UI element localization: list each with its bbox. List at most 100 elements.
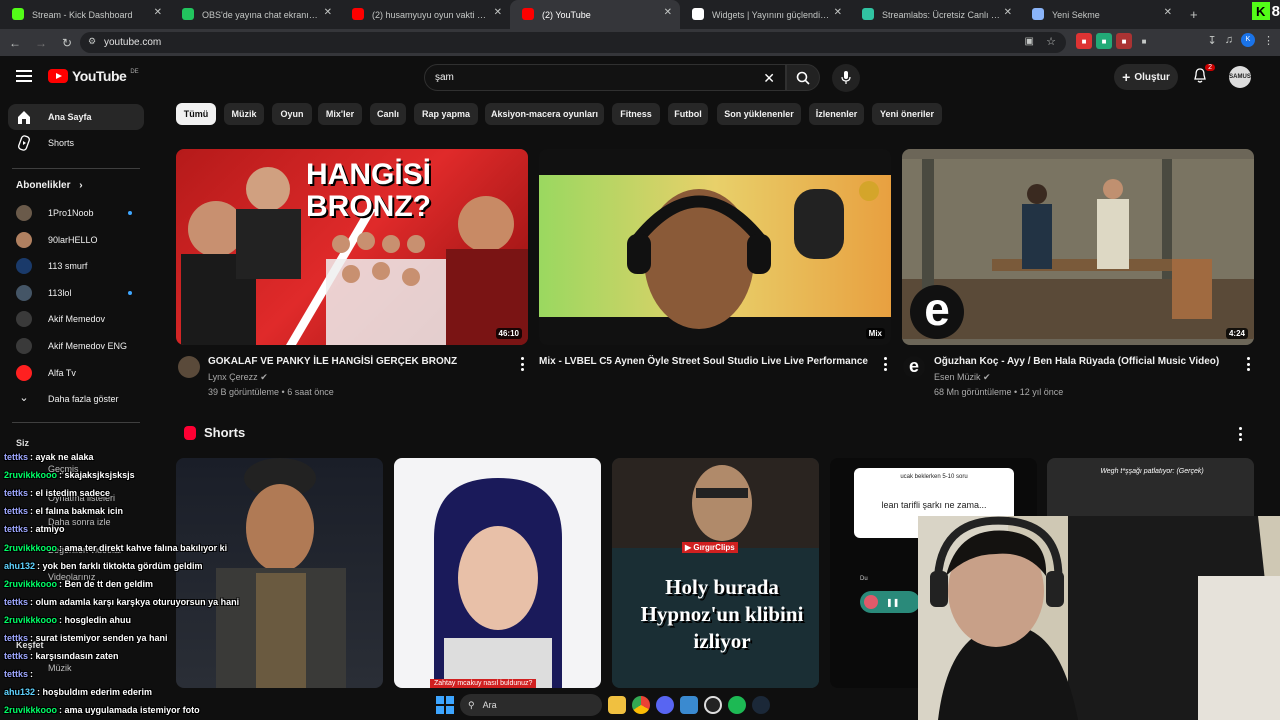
filter-chip[interactable]: İzlenenler (809, 103, 864, 125)
discord-icon[interactable] (656, 696, 674, 714)
clear-search-icon[interactable]: ✕ (763, 70, 775, 87)
chat-username: ahu132 (4, 560, 36, 571)
bookmark-star-icon[interactable]: ☆ (1046, 35, 1056, 48)
sidebar-item-shorts[interactable]: Shorts (8, 130, 144, 156)
cast-icon[interactable]: ▣ (1025, 36, 1034, 47)
steam-icon[interactable] (752, 696, 770, 714)
create-button[interactable]: + Oluştur (1114, 64, 1178, 90)
tab-close-icon[interactable]: ✕ (1004, 7, 1012, 18)
taskbar-search[interactable]: ⚲ Ara (460, 694, 602, 716)
windows-start-icon[interactable] (436, 696, 454, 714)
filter-chip[interactable]: Canlı (370, 103, 406, 125)
chrome-icon[interactable] (632, 696, 650, 714)
filter-chip[interactable]: Yeni öneriler (872, 103, 942, 125)
app-icon[interactable] (680, 696, 698, 714)
subscription-item[interactable]: Akif Memedov ENG (8, 333, 144, 359)
profile-icon[interactable]: K (1241, 33, 1255, 47)
new-tab-button[interactable]: + (1180, 7, 1208, 22)
filter-chip[interactable]: Rap yapma (414, 103, 478, 125)
reload-icon[interactable]: ↻ (56, 32, 78, 54)
video-title[interactable]: GOKALAF VE PANKY İLE HANGİSİ GERÇEK BRON… (208, 356, 457, 367)
tab-close-icon[interactable]: ✕ (154, 7, 162, 18)
youtube-logo[interactable]: YouTube DE (48, 68, 139, 84)
video-thumbnail[interactable]: Mix (539, 149, 891, 345)
chat-username: tettks (4, 506, 29, 517)
video-channel[interactable]: Lynx Çerezz ✔ (208, 372, 268, 383)
kick-number: 8 (1271, 2, 1280, 20)
subscription-item[interactable]: Akif Memedov (8, 306, 144, 332)
channel-avatar[interactable]: e (903, 356, 925, 378)
channel-avatar[interactable] (178, 356, 200, 378)
filter-chip[interactable]: Tümü (176, 103, 216, 125)
tab-close-icon[interactable]: ✕ (494, 7, 502, 18)
video-title[interactable]: Oğuzhan Koç - Ayy / Ben Hala Rüyada (Off… (934, 356, 1219, 367)
subscription-item[interactable]: Alfa Tv (8, 360, 144, 386)
sidebar: Ana Sayfa Shorts Abonelikler › 1Pro1Noob… (0, 100, 152, 430)
obs-icon[interactable] (704, 696, 722, 714)
subscription-item[interactable]: 113lol (8, 280, 144, 306)
channel-name: Lynx Çerezz (208, 372, 258, 382)
shorts-more-options-icon[interactable] (1237, 427, 1243, 441)
video-thumbnail[interactable]: e 4:24 (902, 149, 1254, 345)
account-avatar[interactable]: SAMUS (1229, 66, 1251, 88)
address-bar[interactable]: ⚙ youtube.com ▣ ☆ (80, 32, 1066, 53)
search-button[interactable] (786, 64, 820, 91)
browser-tab[interactable]: Streamlabs: Ücretsiz Canlı Yayı ✕ (850, 0, 1020, 29)
file-explorer-icon[interactable] (608, 696, 626, 714)
notifications-button[interactable]: 2 (1192, 64, 1215, 86)
extension-red-icon[interactable]: ■ (1076, 33, 1092, 49)
video-thumbnail[interactable]: HANGİSİ BRONZ? 46:10 (176, 149, 528, 345)
chat-text: : ayak ne alaka (30, 452, 94, 462)
browser-tab[interactable]: (2) husamyuyu oyun vakti 3 - Y ✕ (340, 0, 510, 29)
short-card[interactable]: ▶ GırgırClips Holy burada Hypnoz'un klib… (612, 458, 819, 688)
forward-icon[interactable]: → (30, 32, 52, 54)
tab-close-icon[interactable]: ✕ (1164, 7, 1172, 18)
extension-badge-icon[interactable]: ■ (1116, 33, 1132, 49)
site-info-icon[interactable]: ⚙ (88, 36, 96, 47)
browser-tab[interactable]: Stream - Kick Dashboard ✕ (0, 0, 170, 29)
search-input[interactable]: şam ✕ (424, 64, 786, 91)
media-icon[interactable]: ♫ (1225, 34, 1233, 46)
extensions-area: ■ ■ ■ ■ (1076, 33, 1152, 49)
browser-tab[interactable]: Widgets | Yayınını güçlendirme ✕ (680, 0, 850, 29)
subscription-item[interactable]: 113 smurf (8, 253, 144, 279)
filter-chip[interactable]: Aksiyon-macera oyunları (485, 103, 604, 125)
browser-tab[interactable]: Yeni Sekme ✕ (1020, 0, 1180, 29)
voice-search-button[interactable] (832, 64, 860, 92)
filter-chip[interactable]: Müzik (224, 103, 264, 125)
spotify-icon[interactable] (728, 696, 746, 714)
chat-message: tettks: atmiyo (4, 524, 65, 534)
filter-chip[interactable]: Fitness (612, 103, 660, 125)
filter-chip[interactable]: Oyun (272, 103, 312, 125)
menu-icon[interactable] (16, 70, 32, 82)
tab-close-icon[interactable]: ✕ (664, 7, 672, 18)
back-icon[interactable]: ← (4, 32, 26, 54)
subscription-item[interactable]: 1Pro1Noob (8, 200, 144, 226)
filter-chip[interactable]: Futbol (668, 103, 708, 125)
subscription-item[interactable]: 90larHELLO (8, 227, 144, 253)
sidebar-show-more[interactable]: ⌄ Daha fazla göster (8, 386, 144, 412)
more-options-icon[interactable] (519, 357, 525, 371)
more-options-icon[interactable] (882, 357, 888, 371)
filter-chip[interactable]: Mix'ler (318, 103, 362, 125)
browser-tab[interactable]: OBS'de yayına chat ekranı nasıl ✕ (170, 0, 340, 29)
browser-menu-icon[interactable]: ⋮ (1263, 34, 1274, 47)
short-card[interactable]: Zahtay mcakuy nasıl buldunuz? (394, 458, 601, 688)
extensions-puzzle-icon[interactable]: ■ (1136, 33, 1152, 49)
chat-username: tettks (4, 669, 29, 680)
tab-favicon-icon (182, 8, 194, 20)
tab-title: Yeni Sekme (1052, 9, 1100, 20)
short-brand: ▶ GırgırClips (682, 542, 738, 553)
chat-text: : ama ter direkt kahve falına bakılıyor … (59, 542, 228, 553)
filter-chip[interactable]: Son yüklenenler (717, 103, 801, 125)
tab-close-icon[interactable]: ✕ (834, 7, 842, 18)
more-options-icon[interactable] (1245, 357, 1251, 371)
browser-tab[interactable]: (2) YouTube ✕ (510, 0, 680, 29)
download-icon[interactable]: ↧ (1208, 34, 1217, 47)
tab-close-icon[interactable]: ✕ (324, 7, 332, 18)
sidebar-item-home[interactable]: Ana Sayfa (8, 104, 144, 130)
extension-green-icon[interactable]: ■ (1096, 33, 1112, 49)
subscriptions-heading[interactable]: Abonelikler › (16, 180, 83, 191)
video-channel[interactable]: Esen Müzik ✔ (934, 372, 991, 383)
video-title[interactable]: Mix - LVBEL C5 Aynen Öyle Street Soul St… (539, 356, 868, 367)
